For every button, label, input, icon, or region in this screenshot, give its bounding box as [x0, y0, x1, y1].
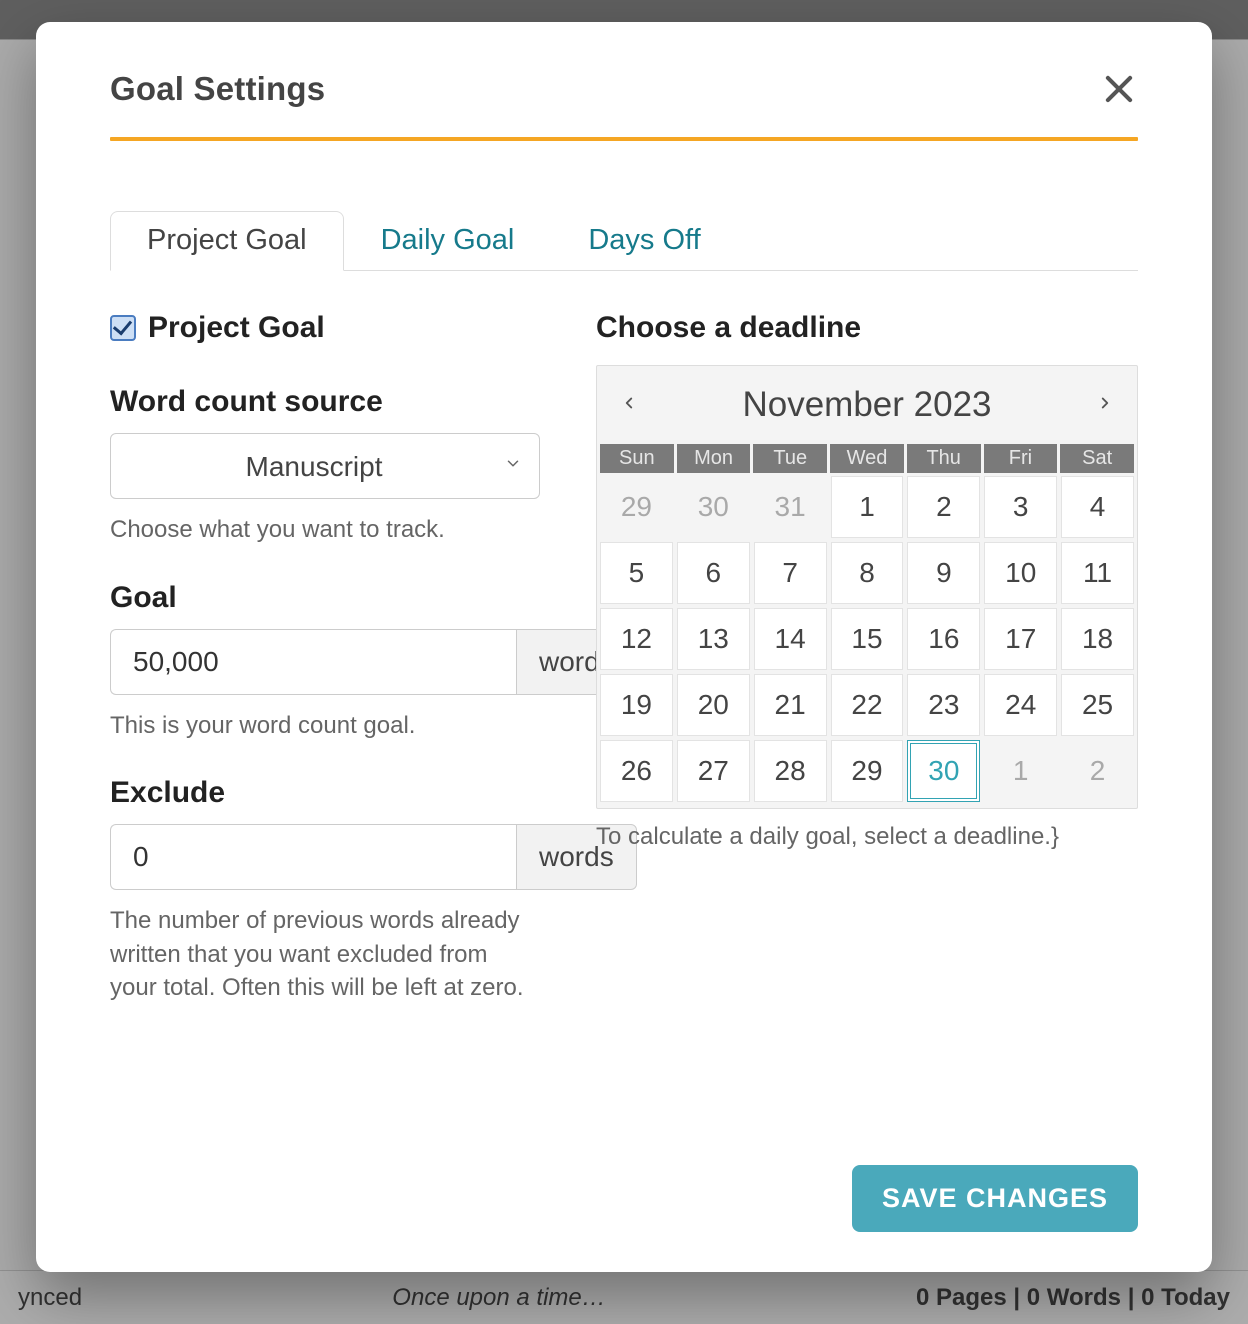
modal-title: Goal Settings: [110, 70, 325, 108]
calendar-weekday: Wed: [830, 444, 904, 473]
calendar-day: 2: [1061, 740, 1134, 802]
calendar-day: 29: [600, 476, 673, 538]
calendar-weekday: Sun: [600, 444, 674, 473]
calendar-weekday: Mon: [677, 444, 751, 473]
calendar-day[interactable]: 21: [754, 674, 827, 736]
calendar-day: 30: [677, 476, 750, 538]
calendar-day[interactable]: 26: [600, 740, 673, 802]
tab-days-off[interactable]: Days Off: [551, 211, 737, 270]
calendar-day[interactable]: 30: [907, 740, 980, 802]
calendar-day[interactable]: 9: [907, 542, 980, 604]
calendar-day[interactable]: 5: [600, 542, 673, 604]
calendar-weekdays: SunMonTueWedThuFriSat: [597, 444, 1137, 473]
calendar-day[interactable]: 15: [831, 608, 904, 670]
goal-label: Goal: [110, 581, 540, 615]
calendar-weekday: Tue: [753, 444, 827, 473]
calendar-weekday: Sat: [1060, 444, 1134, 473]
tab-daily-goal[interactable]: Daily Goal: [344, 211, 552, 270]
modal-header: Goal Settings: [110, 70, 1138, 113]
calendar-prev-button[interactable]: [597, 394, 661, 417]
calendar-header: November 2023: [597, 366, 1137, 444]
deadline-label: Choose a deadline: [596, 311, 1138, 345]
project-goal-checkbox-label: Project Goal: [148, 311, 325, 345]
calendar-day[interactable]: 27: [677, 740, 750, 802]
deadline-help: To calculate a daily goal, select a dead…: [596, 823, 1138, 851]
close-button[interactable]: [1100, 70, 1138, 113]
close-icon: [1100, 95, 1138, 112]
calendar-day[interactable]: 19: [600, 674, 673, 736]
calendar-day[interactable]: 2: [907, 476, 980, 538]
calendar-day[interactable]: 23: [907, 674, 980, 736]
calendar-grid: 2930311234567891011121314151617181920212…: [597, 473, 1137, 808]
modal-content: Project Goal Word count source Manuscrip…: [110, 271, 1138, 1165]
goal-field: Goal words This is your word count goal.: [110, 581, 540, 743]
calendar-day[interactable]: 1: [831, 476, 904, 538]
exclude-input[interactable]: [110, 824, 516, 890]
calendar-day[interactable]: 25: [1061, 674, 1134, 736]
calendar-day[interactable]: 3: [984, 476, 1057, 538]
calendar-day[interactable]: 20: [677, 674, 750, 736]
chevron-left-icon: [620, 394, 638, 417]
exclude-help: The number of previous words already wri…: [110, 904, 540, 1005]
calendar-day[interactable]: 6: [677, 542, 750, 604]
calendar: November 2023 SunMonTueWedThuFriSat 2930…: [596, 365, 1138, 809]
calendar-day[interactable]: 18: [1061, 608, 1134, 670]
calendar-day[interactable]: 7: [754, 542, 827, 604]
calendar-day[interactable]: 10: [984, 542, 1057, 604]
calendar-next-button[interactable]: [1073, 394, 1137, 417]
goal-help: This is your word count goal.: [110, 709, 540, 743]
right-column: Choose a deadline November 2023: [596, 311, 1138, 1165]
accent-divider: [110, 137, 1138, 141]
calendar-day[interactable]: 16: [907, 608, 980, 670]
word-count-source-label: Word count source: [110, 385, 540, 419]
calendar-weekday: Thu: [907, 444, 981, 473]
calendar-day: 31: [754, 476, 827, 538]
calendar-day[interactable]: 12: [600, 608, 673, 670]
tab-project-goal[interactable]: Project Goal: [110, 211, 344, 271]
calendar-day[interactable]: 11: [1061, 542, 1134, 604]
save-changes-button[interactable]: SAVE CHANGES: [852, 1165, 1138, 1232]
goal-settings-modal: Goal Settings Project Goal Daily Goal Da…: [36, 22, 1212, 1272]
calendar-day[interactable]: 14: [754, 608, 827, 670]
exclude-field: Exclude words The number of previous wor…: [110, 776, 540, 1005]
left-column: Project Goal Word count source Manuscrip…: [110, 311, 540, 1165]
goal-input[interactable]: [110, 629, 516, 695]
project-goal-toggle-row: Project Goal: [110, 311, 540, 345]
calendar-day[interactable]: 28: [754, 740, 827, 802]
chevron-right-icon: [1096, 394, 1114, 417]
calendar-month-label: November 2023: [661, 385, 1073, 425]
calendar-day[interactable]: 29: [831, 740, 904, 802]
calendar-day[interactable]: 13: [677, 608, 750, 670]
calendar-day[interactable]: 24: [984, 674, 1057, 736]
word-count-source-field: Word count source Manuscript Choose what…: [110, 385, 540, 547]
calendar-day[interactable]: 4: [1061, 476, 1134, 538]
calendar-weekday: Fri: [984, 444, 1058, 473]
exclude-label: Exclude: [110, 776, 540, 810]
calendar-day[interactable]: 8: [831, 542, 904, 604]
calendar-day[interactable]: 17: [984, 608, 1057, 670]
calendar-day: 1: [984, 740, 1057, 802]
calendar-day[interactable]: 22: [831, 674, 904, 736]
project-goal-checkbox[interactable]: [110, 315, 136, 341]
word-count-source-help: Choose what you want to track.: [110, 513, 540, 547]
tabs: Project Goal Daily Goal Days Off: [110, 211, 1138, 271]
modal-footer: SAVE CHANGES: [110, 1165, 1138, 1232]
word-count-source-select[interactable]: Manuscript: [110, 433, 540, 499]
